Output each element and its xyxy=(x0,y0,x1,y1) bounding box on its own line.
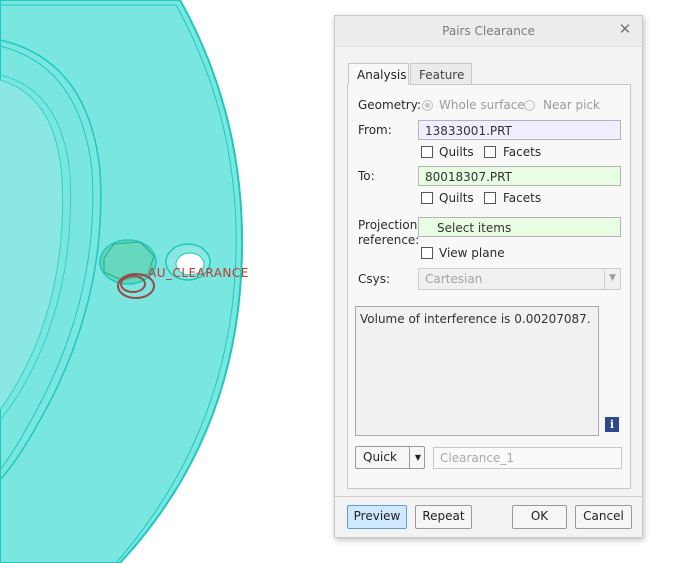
preview-button[interactable]: Preview xyxy=(347,505,407,529)
to-field[interactable]: 80018307.PRT xyxy=(418,166,621,186)
projection-reference-field[interactable]: Select items xyxy=(418,217,621,237)
pairs-clearance-dialog: Pairs Clearance ✕ Analysis Feature Geome… xyxy=(334,15,643,538)
from-quilts-label: Quilts xyxy=(439,145,474,159)
chevron-down-icon[interactable]: ▼ xyxy=(409,447,426,468)
near-pick-radio[interactable] xyxy=(524,100,535,111)
divider xyxy=(335,496,642,497)
to-facets-label: Facets xyxy=(503,191,542,205)
clearance-name-input[interactable]: Clearance_1 xyxy=(433,447,622,469)
dialog-titlebar[interactable]: Pairs Clearance ✕ xyxy=(335,16,642,47)
whole-surface-label: Whole surface xyxy=(439,98,525,112)
from-facets-checkbox[interactable] xyxy=(484,146,496,158)
to-quilts-checkbox[interactable] xyxy=(421,192,433,204)
view-plane-checkbox[interactable] xyxy=(421,247,433,259)
repeat-button[interactable]: Repeat xyxy=(415,505,472,529)
projection-label-2: reference: xyxy=(358,233,420,247)
to-quilts-label: Quilts xyxy=(439,191,474,205)
info-icon[interactable]: i xyxy=(605,417,619,432)
tab-feature[interactable]: Feature xyxy=(410,63,472,85)
quick-label: Quick xyxy=(363,450,397,464)
csys-dropdown[interactable]: Cartesian ▼ xyxy=(418,268,621,290)
quick-dropdown-button[interactable]: Quick ▼ xyxy=(355,446,425,469)
from-label: From: xyxy=(358,123,392,137)
chevron-down-icon: ▼ xyxy=(604,269,620,289)
view-plane-label: View plane xyxy=(439,246,505,260)
tab-analysis[interactable]: Analysis xyxy=(348,63,409,85)
geometry-label: Geometry: xyxy=(358,98,422,112)
to-facets-checkbox[interactable] xyxy=(484,192,496,204)
whole-surface-radio[interactable] xyxy=(422,100,433,111)
dialog-title: Pairs Clearance xyxy=(442,24,535,38)
clearance-annotation: AU_CLEARANCE xyxy=(148,266,249,280)
near-pick-label: Near pick xyxy=(543,98,600,112)
cancel-button[interactable]: Cancel xyxy=(575,505,632,529)
ok-button[interactable]: OK xyxy=(512,505,567,529)
close-icon[interactable]: ✕ xyxy=(618,22,632,37)
projection-label-1: Projection xyxy=(358,218,418,232)
from-field[interactable]: 13833001.PRT xyxy=(418,120,621,140)
result-textbox[interactable]: Volume of interference is 0.00207087. xyxy=(355,306,599,436)
from-quilts-checkbox[interactable] xyxy=(421,146,433,158)
csys-label: Csys: xyxy=(358,272,391,286)
to-label: To: xyxy=(358,169,375,183)
from-facets-label: Facets xyxy=(503,145,542,159)
csys-value: Cartesian xyxy=(425,272,483,286)
